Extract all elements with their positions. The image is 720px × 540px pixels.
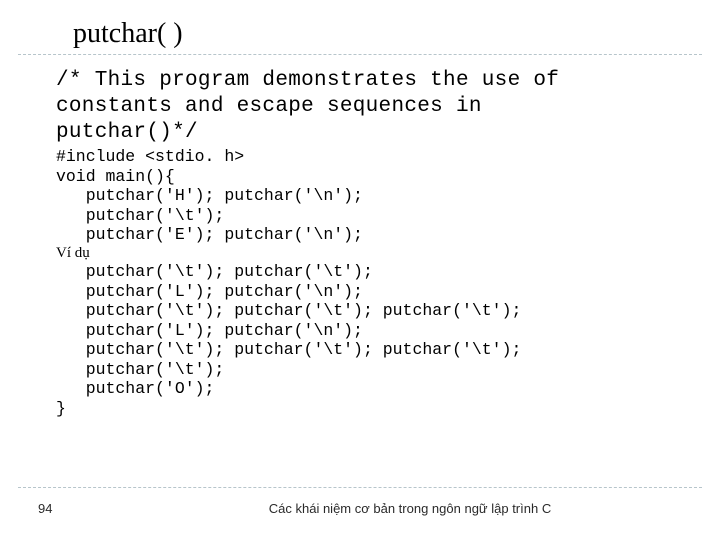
code-line: putchar('\t'); putchar('\t'); putchar('\…: [56, 340, 702, 359]
code-line: putchar('E'); putchar('\n');: [56, 225, 702, 244]
slide: putchar( ) /* This program demonstrates …: [0, 0, 720, 540]
code-line: putchar('\t');: [56, 206, 702, 225]
code-line: putchar('O');: [56, 379, 702, 398]
code-line: #include <stdio. h>: [56, 147, 702, 166]
code-line: }: [56, 399, 702, 418]
code-line: putchar('\t'); putchar('\t'); putchar('\…: [56, 301, 702, 320]
code-line: putchar('H'); putchar('\n');: [56, 186, 702, 205]
slide-content: /* This program demonstrates the use of …: [0, 55, 720, 418]
comment-line-2: constants and escape sequences in: [56, 95, 702, 119]
comment-line-3: putchar()*/: [56, 121, 702, 145]
footer-text: Các khái niệm cơ bản trong ngôn ngữ lập …: [160, 501, 720, 516]
comment-line-1: /* This program demonstrates the use of: [56, 69, 702, 93]
code-line: putchar('\t'); putchar('\t');: [56, 262, 702, 281]
footer: 94 Các khái niệm cơ bản trong ngôn ngữ l…: [0, 501, 720, 516]
code-line: void main(){: [56, 167, 702, 186]
footer-divider: [18, 487, 702, 488]
example-label: Ví dụ: [56, 245, 702, 263]
code-line: putchar('L'); putchar('\n');: [56, 282, 702, 301]
code-line: putchar('L'); putchar('\n');: [56, 321, 702, 340]
code-line: putchar('\t');: [56, 360, 702, 379]
slide-title: putchar( ): [0, 18, 720, 54]
page-number: 94: [0, 501, 160, 516]
